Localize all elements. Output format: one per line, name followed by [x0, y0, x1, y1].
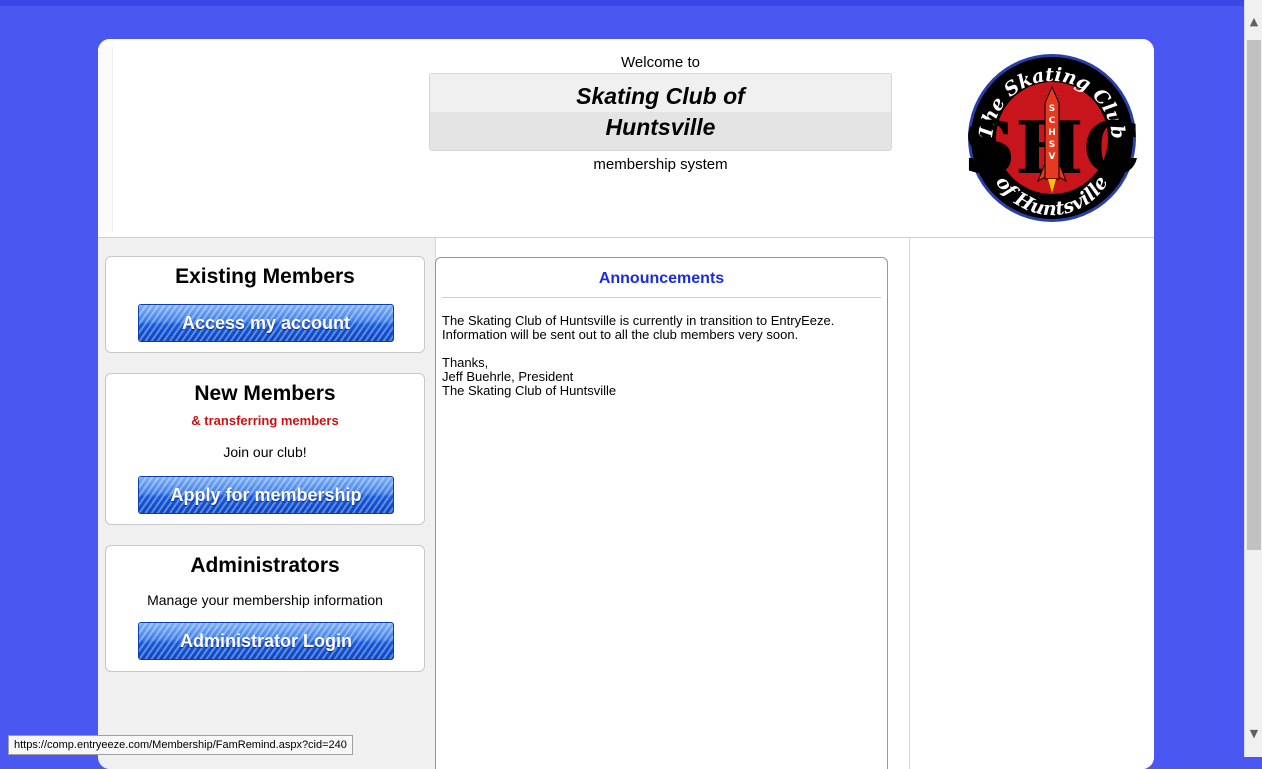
announcement-org: The Skating Club of Huntsville	[442, 383, 617, 398]
new-members-title: New Members	[194, 382, 336, 405]
announcement-paragraph: The Skating Club of Huntsville is curren…	[442, 313, 835, 342]
vertical-scrollbar[interactable]: ▲ ▼	[1244, 0, 1262, 757]
existing-members-title: Existing Members	[175, 265, 355, 288]
announcements-divider	[442, 297, 881, 298]
header-left-strip	[98, 47, 113, 232]
scroll-up-icon[interactable]: ▲	[1245, 12, 1262, 32]
welcome-text: Welcome to	[621, 54, 700, 71]
scroll-down-icon[interactable]: ▼	[1245, 724, 1262, 744]
manage-info-text: Manage your membership information	[147, 592, 383, 608]
announcement-signer: Jeff Buehrle, President	[442, 369, 574, 384]
apply-membership-button[interactable]: Apply for membership	[138, 476, 394, 514]
administrators-title: Administrators	[190, 554, 340, 577]
join-club-text: Join our club!	[223, 444, 307, 460]
club-name: Skating Club of Huntsville	[576, 83, 745, 140]
announcements-body: The Skating Club of Huntsville is curren…	[442, 314, 872, 398]
membership-system-text: membership system	[593, 156, 728, 173]
administrator-login-button[interactable]: Administrator Login	[138, 622, 394, 660]
club-name-box: Skating Club of Huntsville	[429, 73, 892, 151]
top-edge	[0, 0, 1244, 6]
announcements-panel: Announcements The Skating Club of Huntsv…	[435, 257, 888, 769]
scrollbar-thumb[interactable]	[1247, 40, 1261, 550]
announcements-title: Announcements	[598, 270, 725, 287]
administrators-box: Administrators Manage your membership in…	[105, 545, 425, 672]
logo-vertical-text: SCHSV	[1048, 104, 1056, 162]
club-logo: The Skating Club of Huntsville SHC SCHSV	[966, 54, 1138, 222]
main-panel: Welcome to Skating Club of Huntsville me…	[98, 39, 1154, 769]
existing-members-box: Existing Members Access my account	[105, 256, 425, 353]
announcement-thanks: Thanks,	[442, 355, 489, 370]
status-bar-url: https://comp.entryeeze.com/Membership/Fa…	[8, 735, 353, 755]
right-column	[909, 238, 1154, 769]
page-header: Welcome to Skating Club of Huntsville me…	[98, 39, 1154, 238]
left-column: Existing Members Access my account New M…	[98, 238, 436, 769]
transferring-members-text: & transferring members	[191, 413, 339, 428]
browser-viewport: Welcome to Skating Club of Huntsville me…	[0, 0, 1262, 769]
new-members-box: New Members & transferring members Join …	[105, 373, 425, 525]
access-account-button[interactable]: Access my account	[138, 304, 394, 342]
